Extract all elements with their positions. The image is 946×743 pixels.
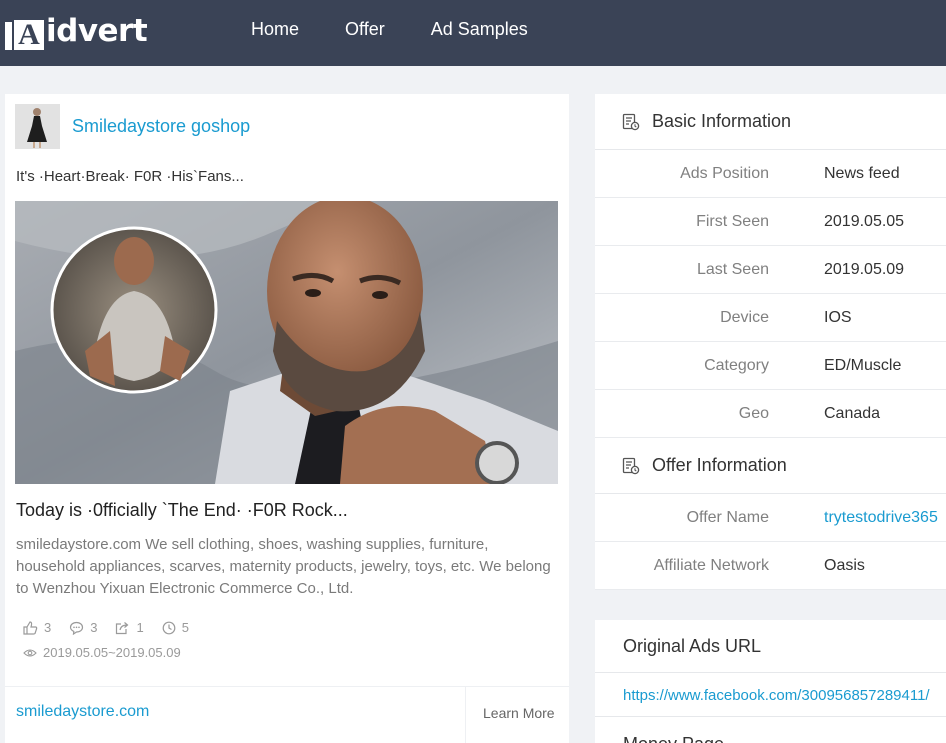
footer-divider — [465, 687, 466, 743]
info-row-affiliate-network: Affiliate Network Oasis — [595, 542, 946, 590]
share-icon — [116, 621, 129, 634]
info-row-ads-position: Ads Position News feed — [595, 150, 946, 198]
info-row-category: Category ED/Muscle — [595, 342, 946, 390]
logo-text: idvert — [46, 13, 148, 49]
money-page-title: Money Page — [623, 734, 724, 743]
basic-info-header: Basic Information — [595, 94, 946, 150]
info-row-last-seen: Last Seen 2019.05.09 — [595, 246, 946, 294]
ad-caption: It's ·Heart·Break· F0R ·His`Fans... — [16, 168, 244, 185]
offer-info-header: Offer Information — [595, 438, 946, 494]
divider — [595, 672, 946, 673]
info-value: ED/Muscle — [824, 357, 902, 374]
logo-mark: A — [5, 12, 44, 50]
ad-headline: Today is ·0fficially `The End· ·F0R Rock… — [16, 500, 348, 520]
offer-info-title: Offer Information — [652, 455, 787, 475]
info-label: Device — [720, 309, 769, 326]
info-label: Last Seen — [696, 261, 769, 278]
basic-info-title: Basic Information — [652, 111, 792, 131]
shares-count: 1 — [136, 620, 144, 635]
clock-icon — [162, 621, 176, 634]
info-row-first-seen: First Seen 2019.05.05 — [595, 198, 946, 246]
info-label: Ads Position — [680, 165, 769, 182]
info-row-device: Device IOS — [595, 294, 946, 342]
days-count: 5 — [181, 620, 189, 635]
logo[interactable]: A idvert — [5, 11, 148, 51]
info-value: Canada — [824, 405, 881, 422]
comment-icon — [70, 621, 84, 635]
ad-card: Smiledaystore goshop It's ·Heart·Break· … — [5, 94, 569, 743]
seen-date-range: 2019.05.05~2019.05.09 — [23, 645, 181, 660]
info-row-geo: Geo Canada — [595, 390, 946, 438]
nav-offer[interactable]: Offer — [345, 19, 385, 40]
advertiser-avatar-image — [15, 104, 60, 149]
original-url-link[interactable]: https://www.facebook.com/300956857289411… — [623, 687, 930, 704]
divider — [595, 716, 946, 717]
eye-icon — [23, 648, 37, 657]
thumbs-up-icon — [23, 620, 38, 635]
basic-info-panel: Basic Information Ads Position News feed… — [595, 94, 946, 590]
comments-stat: 3 — [69, 620, 97, 635]
advertiser-name[interactable]: Smiledaystore goshop — [72, 116, 250, 137]
info-value: Oasis — [824, 557, 865, 574]
info-label: Affiliate Network — [653, 557, 769, 574]
info-label: Offer Name — [686, 509, 769, 526]
learn-more-button[interactable]: Learn More — [483, 705, 555, 721]
offer-name-link[interactable]: trytestodrive365 — [824, 509, 938, 527]
advertiser-avatar[interactable] — [15, 104, 60, 149]
engagement-stats: 3 3 1 5 — [23, 620, 189, 635]
info-row-offer-name: Offer Name trytestodrive365 — [595, 494, 946, 542]
info-label: Geo — [738, 405, 769, 422]
info-value: 2019.05.05 — [824, 213, 905, 230]
original-url-title: Original Ads URL — [623, 636, 762, 656]
ad-domain-link[interactable]: smiledaystore.com — [16, 703, 149, 721]
ad-creative-image[interactable] — [15, 201, 558, 484]
original-url-panel: Original Ads URL https://www.facebook.co… — [595, 620, 946, 743]
document-info-icon — [622, 113, 640, 131]
main-nav: Home Offer Ad Samples — [251, 19, 528, 40]
ad-description: smiledaystore.com We sell clothing, shoe… — [16, 536, 551, 597]
nav-ad-samples[interactable]: Ad Samples — [431, 19, 528, 40]
info-value: News feed — [824, 165, 900, 182]
likes-stat: 3 — [23, 620, 51, 635]
ad-card-footer: smiledaystore.com Learn More — [5, 686, 569, 743]
document-info-icon — [622, 457, 640, 475]
info-label: First Seen — [696, 213, 769, 230]
top-navbar: A idvert Home Offer Ad Samples — [0, 0, 946, 66]
ad-creative-illustration — [15, 201, 558, 484]
date-range-text: 2019.05.05~2019.05.09 — [43, 645, 181, 660]
info-value: IOS — [824, 309, 852, 326]
comments-count: 3 — [90, 620, 98, 635]
nav-home[interactable]: Home — [251, 19, 299, 40]
likes-count: 3 — [44, 620, 52, 635]
days-stat: 5 — [162, 620, 189, 635]
info-value: 2019.05.09 — [824, 261, 905, 278]
info-label: Category — [704, 357, 769, 374]
shares-stat: 1 — [115, 620, 144, 635]
